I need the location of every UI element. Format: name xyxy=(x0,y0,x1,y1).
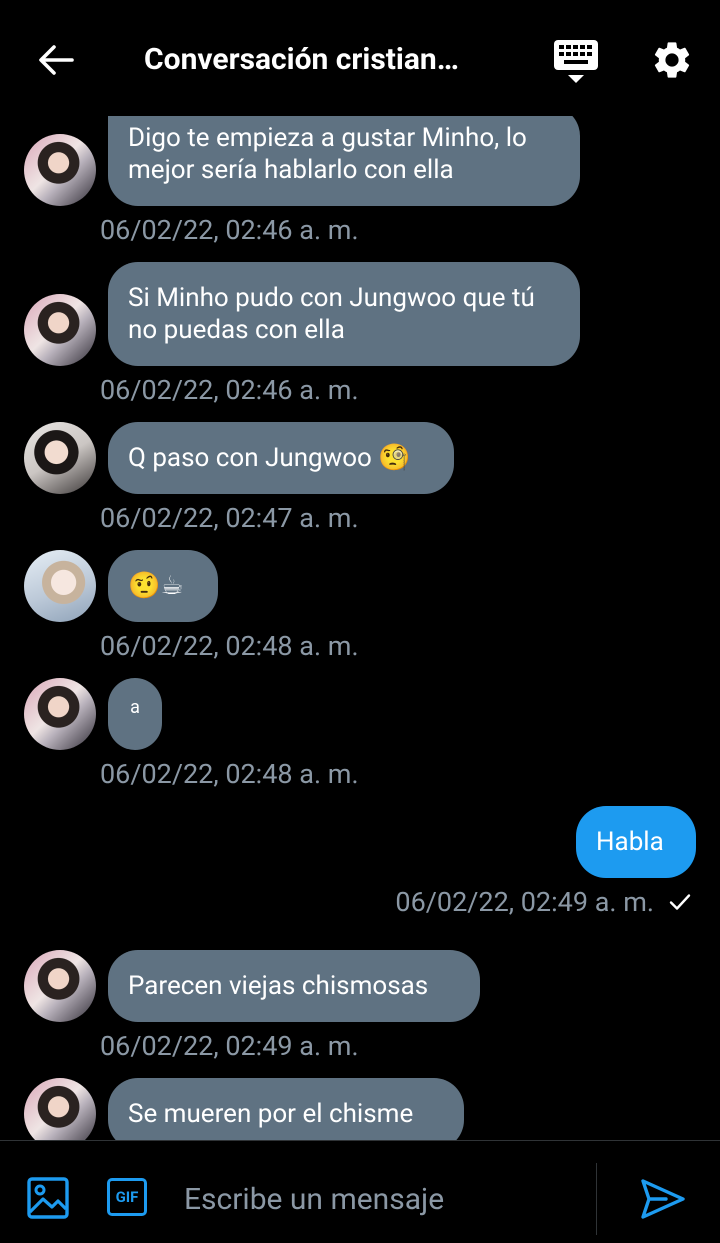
image-icon[interactable] xyxy=(26,1176,70,1220)
message-timestamp: 06/02/22, 02:49 a. m. xyxy=(395,884,692,920)
timestamp-text: 06/02/22, 02:49 a. m. xyxy=(395,886,654,918)
divider xyxy=(596,1163,597,1235)
top-bar: Conversación cristian… xyxy=(0,0,720,116)
message-composer: GIF xyxy=(0,1140,720,1243)
checkmark-icon xyxy=(669,894,691,910)
message-text: a xyxy=(130,697,140,718)
gear-icon[interactable] xyxy=(650,38,694,82)
avatar[interactable] xyxy=(24,294,96,366)
message-timestamp: 06/02/22, 02:49 a. m. xyxy=(100,1030,359,1062)
avatar[interactable] xyxy=(24,678,96,750)
avatar[interactable] xyxy=(24,422,96,494)
message-bubble[interactable]: a xyxy=(108,678,162,750)
message-timestamp: 06/02/22, 02:47 a. m. xyxy=(100,502,359,534)
message-text: Se mueren por el chisme xyxy=(128,1099,414,1129)
message-input[interactable] xyxy=(184,1177,574,1221)
message-bubble[interactable]: Parecen viejas chismosas xyxy=(108,950,480,1022)
message-text: Q paso con Jungwoo 🧐 xyxy=(128,443,411,473)
avatar[interactable] xyxy=(24,1078,96,1140)
conversation-title[interactable]: Conversación cristian… xyxy=(144,38,524,82)
message-text: Habla xyxy=(596,827,664,857)
message-bubble-outgoing[interactable]: Habla xyxy=(576,806,696,878)
message-text: Parecen viejas chismosas xyxy=(128,971,429,1001)
message-bubble[interactable]: 🤨☕ xyxy=(108,550,218,622)
gif-button[interactable]: GIF xyxy=(107,1178,147,1216)
message-text: 🤨☕ xyxy=(128,571,184,601)
avatar[interactable] xyxy=(24,950,96,1022)
message-timestamp: 06/02/22, 02:48 a. m. xyxy=(100,758,359,790)
avatar[interactable] xyxy=(24,550,96,622)
message-bubble[interactable]: Se mueren por el chisme xyxy=(108,1078,464,1140)
send-icon[interactable] xyxy=(640,1177,686,1221)
keyboard-icon[interactable] xyxy=(552,38,600,86)
message-timestamp: 06/02/22, 02:46 a. m. xyxy=(100,374,359,406)
message-bubble[interactable]: Q paso con Jungwoo 🧐 xyxy=(108,422,454,494)
message-timestamp: 06/02/22, 02:46 a. m. xyxy=(100,214,359,246)
message-list[interactable]: Digo te empieza a gustar Minho, lo mejor… xyxy=(0,0,720,1140)
avatar[interactable] xyxy=(24,134,96,206)
arrow-left-icon[interactable] xyxy=(36,40,76,80)
message-bubble[interactable]: Digo te empieza a gustar Minho, lo mejor… xyxy=(108,106,580,206)
message-timestamp: 06/02/22, 02:48 a. m. xyxy=(100,630,359,662)
message-text: Digo te empieza a gustar Minho, lo mejor… xyxy=(128,123,527,185)
message-bubble[interactable]: Si Minho pudo con Jungwoo que tú no pued… xyxy=(108,262,580,366)
message-text: Si Minho pudo con Jungwoo que tú no pued… xyxy=(128,283,535,345)
